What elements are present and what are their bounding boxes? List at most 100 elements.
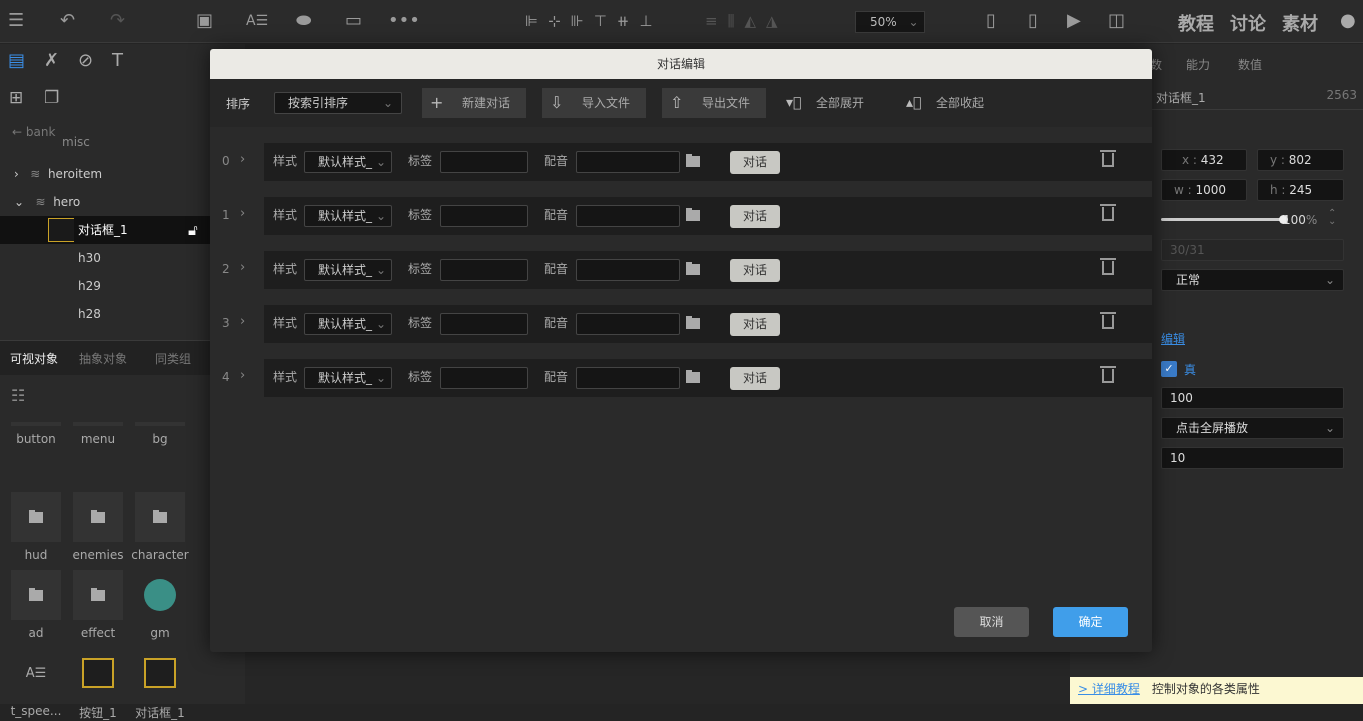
folder-icon[interactable] — [686, 156, 700, 167]
copy-icon[interactable]: ❐ — [44, 88, 59, 108]
text-tool-icon[interactable]: T — [112, 50, 123, 71]
user-icon[interactable]: ● — [1340, 10, 1356, 32]
tree-item-heroitem[interactable]: › ≋ heroitem — [0, 160, 210, 188]
text-icon[interactable]: A☰ — [246, 10, 268, 32]
trash-icon[interactable] — [1102, 207, 1114, 221]
edit-link[interactable]: 编辑 — [1161, 330, 1185, 347]
device-icon[interactable]: ▯ — [1028, 10, 1038, 32]
asset-item[interactable]: character — [129, 492, 191, 562]
tree-item-h30[interactable]: h30 — [0, 244, 210, 272]
asset-item[interactable]: 按钮_1 — [67, 648, 129, 721]
expand-all-button[interactable]: ▾⃞全部展开 — [784, 88, 884, 118]
asset-item[interactable]: hud — [5, 492, 67, 562]
list-view-icon[interactable]: ☷ — [11, 386, 25, 405]
asset-item[interactable]: gm — [129, 570, 191, 640]
tag-input[interactable] — [440, 313, 528, 335]
style-select[interactable]: 默认样式_⌄ — [304, 367, 392, 389]
trash-icon[interactable] — [1102, 369, 1114, 383]
asset-item[interactable]: bg — [129, 422, 191, 446]
tree-item-hero[interactable]: ⌄ ≋ hero — [0, 188, 210, 216]
asset-item[interactable]: enemies — [67, 492, 129, 562]
mode-select[interactable]: 点击全屏播放⌄ — [1161, 417, 1344, 439]
action-icon[interactable]: ⊘ — [78, 50, 93, 71]
chevron-right-icon[interactable]: › — [240, 152, 245, 167]
unlock-icon[interactable]: 🔓︎ — [188, 216, 198, 244]
asset-item[interactable]: menu — [67, 422, 129, 446]
frame-icon[interactable]: ▭ — [345, 10, 362, 32]
voice-input[interactable] — [576, 205, 680, 227]
tab-abilities[interactable]: 能力 — [1186, 56, 1210, 73]
asset-item[interactable]: 对话框_1 — [129, 648, 191, 721]
number-field-1[interactable]: 100 — [1161, 387, 1344, 409]
folder-icon[interactable] — [686, 210, 700, 221]
trash-icon[interactable] — [1102, 261, 1114, 275]
chevron-right-icon[interactable]: › — [240, 314, 245, 329]
tag-input[interactable] — [440, 367, 528, 389]
dialog-button[interactable]: 对话 — [730, 313, 780, 336]
chevron-right-icon[interactable]: › — [240, 368, 245, 383]
tab-abstract[interactable]: 抽象对象 — [79, 350, 127, 367]
opacity-slider[interactable] — [1161, 218, 1285, 221]
add-icon[interactable]: ⊞ — [9, 88, 23, 108]
asset-item[interactable]: ad — [5, 570, 67, 640]
undo-icon[interactable]: ↶ — [60, 10, 75, 32]
voice-input[interactable] — [576, 367, 680, 389]
dialog-button[interactable]: 对话 — [730, 367, 780, 390]
tab-visual[interactable]: 可视对象 — [10, 350, 58, 367]
voice-input[interactable] — [576, 259, 680, 281]
chevron-right-icon[interactable]: › — [240, 260, 245, 275]
link-assets[interactable]: 素材 — [1282, 10, 1318, 36]
style-select[interactable]: 默认样式_⌄ — [304, 151, 392, 173]
link-tutorial[interactable]: 教程 — [1178, 10, 1214, 36]
dialog-button[interactable]: 对话 — [730, 259, 780, 282]
cancel-button[interactable]: 取消 — [954, 607, 1029, 637]
tag-input[interactable] — [440, 151, 528, 173]
y-field[interactable]: y : 802 — [1257, 149, 1344, 171]
style-select[interactable]: 默认样式_⌄ — [304, 313, 392, 335]
voice-input[interactable] — [576, 151, 680, 173]
style-select[interactable]: 默认样式_⌄ — [304, 259, 392, 281]
folder-icon[interactable] — [686, 264, 700, 275]
image-icon[interactable]: ▣ — [196, 10, 213, 32]
link-discuss[interactable]: 讨论 — [1230, 10, 1266, 36]
menu-icon[interactable]: ☰ — [8, 10, 24, 32]
new-dialog-button[interactable]: +新建对话 — [422, 88, 526, 118]
preview-icon[interactable]: ◫ — [1108, 10, 1125, 32]
tag-input[interactable] — [440, 259, 528, 281]
dialog-button[interactable]: 对话 — [730, 151, 780, 174]
folder-icon[interactable] — [686, 372, 700, 383]
tree-item-h28[interactable]: h28 — [0, 300, 210, 328]
dialog-button[interactable]: 对话 — [730, 205, 780, 228]
style-select[interactable]: 默认样式_⌄ — [304, 205, 392, 227]
asset-item[interactable]: effect — [67, 570, 129, 640]
w-field[interactable]: w : 1000 — [1161, 179, 1247, 201]
tab-groups[interactable]: 同类组 — [155, 350, 191, 367]
tutorial-link[interactable]: > 详细教程 — [1078, 682, 1140, 696]
trash-icon[interactable] — [1102, 153, 1114, 167]
number-field-2[interactable]: 10 — [1161, 447, 1344, 469]
scene-icon[interactable]: ▤ — [8, 50, 25, 71]
collapse-all-button[interactable]: ▴⃞全部收起 — [904, 88, 1004, 118]
asset-item[interactable]: A☰t_spee... — [5, 648, 67, 718]
tag-input[interactable] — [440, 205, 528, 227]
x-field[interactable]: x : 432 — [1161, 149, 1247, 171]
tree-item-h29[interactable]: h29 — [0, 272, 210, 300]
asset-item[interactable]: button — [5, 422, 67, 446]
blend-select[interactable]: 正常⌄ — [1161, 269, 1344, 291]
button-shape-icon[interactable]: ⬬ — [296, 10, 311, 32]
transform-icon[interactable]: ✗ — [44, 50, 59, 71]
h-field[interactable]: h : 245 — [1257, 179, 1344, 201]
folder-icon[interactable] — [686, 318, 700, 329]
zoom-select[interactable]: 50% ⌄ — [855, 11, 925, 33]
tab-values[interactable]: 数值 — [1238, 56, 1262, 73]
tree-item-misc[interactable]: misc — [0, 136, 210, 152]
align-icons[interactable]: ⊫⊹⊪⊤⧺⊥ — [525, 10, 662, 32]
play-icon[interactable]: ▶ — [1067, 10, 1081, 32]
more-icon[interactable]: ••• — [388, 10, 420, 32]
sort-select[interactable]: 按索引排序⌄ — [274, 92, 402, 114]
tree-item-dialog[interactable]: 对话框_1 🔓︎ — [0, 216, 210, 244]
confirm-button[interactable]: 确定 — [1053, 607, 1128, 637]
trash-icon[interactable] — [1102, 315, 1114, 329]
phone-icon[interactable]: ▯ — [986, 10, 996, 32]
voice-input[interactable] — [576, 313, 680, 335]
